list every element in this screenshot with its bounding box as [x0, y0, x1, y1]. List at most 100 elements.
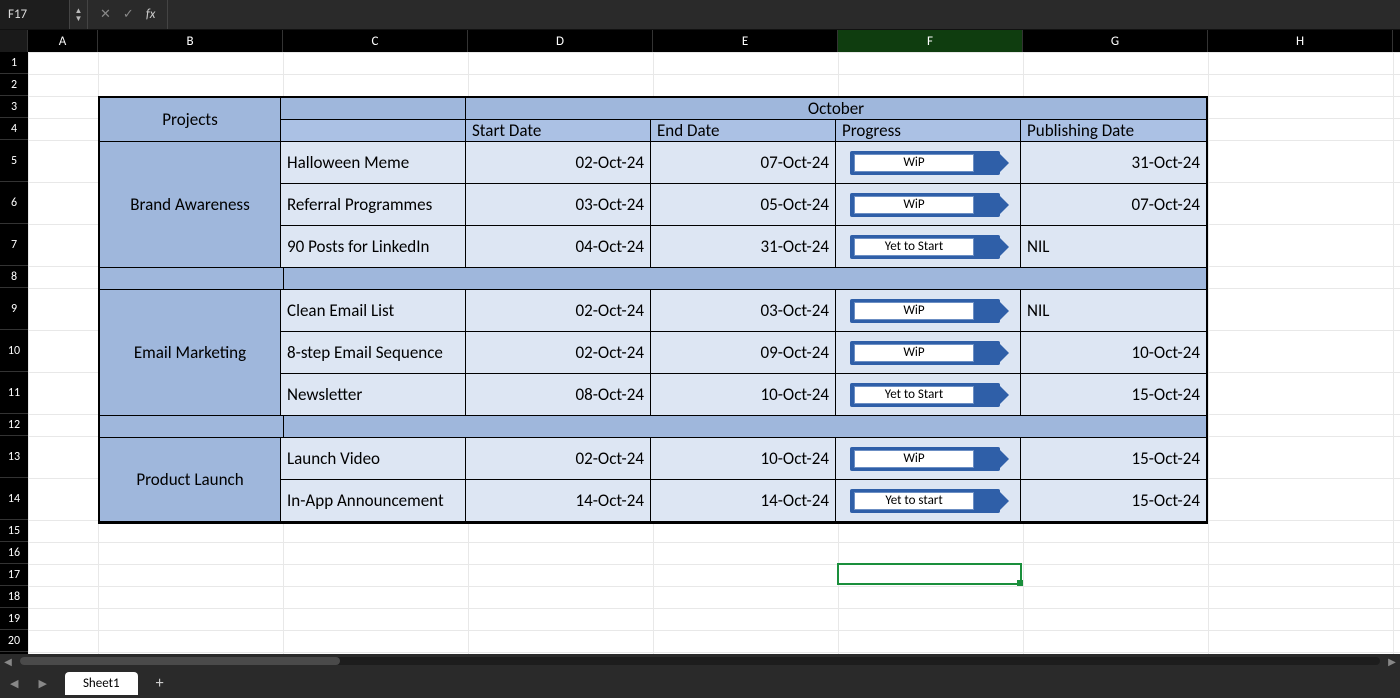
- row-header-2[interactable]: 2: [0, 74, 28, 96]
- cancel-icon[interactable]: ✕: [100, 7, 111, 22]
- spreadsheet-grid[interactable]: ABCDEFGH 1234567891011121314151617181920…: [0, 30, 1400, 668]
- progress-chip[interactable]: WiP: [850, 193, 1000, 217]
- progress-chip[interactable]: WiP: [850, 447, 1000, 471]
- row-header-9[interactable]: 9: [0, 288, 28, 330]
- select-all-corner[interactable]: [0, 30, 28, 52]
- scroll-left-icon[interactable]: ◀: [0, 655, 16, 668]
- row-header-3[interactable]: 3: [0, 96, 28, 118]
- row-header-18[interactable]: 18: [0, 586, 28, 608]
- column-header-C[interactable]: C: [283, 30, 468, 52]
- row-header-8[interactable]: 8: [0, 266, 28, 288]
- plus-icon: +: [156, 674, 164, 693]
- row-header-6[interactable]: 6: [0, 182, 28, 224]
- progress-cell: WiP: [836, 184, 1021, 226]
- column-header-E[interactable]: E: [653, 30, 838, 52]
- horizontal-scrollbar[interactable]: ◀ ▶: [0, 654, 1400, 668]
- gridline: [28, 52, 29, 668]
- formula-input[interactable]: [168, 0, 1400, 29]
- row-header-14[interactable]: 14: [0, 478, 28, 520]
- end-date-cell-text: 14-Oct-24: [761, 490, 830, 511]
- sheet-tab-active[interactable]: Sheet1: [65, 672, 138, 695]
- formula-controls: ✕ ✓ fx: [88, 0, 168, 29]
- end-date-cell: 05-Oct-24: [651, 184, 836, 226]
- progress-chip[interactable]: WiP: [850, 151, 1000, 175]
- row-header-7[interactable]: 7: [0, 224, 28, 266]
- column-header-F[interactable]: F: [838, 30, 1023, 52]
- row-header-16[interactable]: 16: [0, 542, 28, 564]
- gridline: [28, 564, 1400, 565]
- end-date-cell: 14-Oct-24: [651, 480, 836, 522]
- task-cell-text: Halloween Meme: [287, 152, 409, 173]
- tab-nav-prev-icon[interactable]: ◀: [0, 677, 28, 690]
- publish-date-cell: NIL: [1021, 226, 1206, 268]
- progress-chip[interactable]: Yet to Start: [850, 235, 1000, 259]
- publish-date-cell-text: 07-Oct-24: [1132, 194, 1201, 215]
- header-month-text: October: [808, 98, 864, 119]
- header-start-date: Start Date: [466, 120, 651, 142]
- progress-cell: WiP: [836, 332, 1021, 374]
- row-header-15[interactable]: 15: [0, 520, 28, 542]
- name-box-stepper[interactable]: ▲ ▼: [70, 0, 88, 29]
- header-start-date-text: Start Date: [472, 120, 541, 141]
- row-header-11[interactable]: 11: [0, 372, 28, 414]
- header-end-date-text: End Date: [657, 120, 719, 141]
- end-date-cell: 31-Oct-24: [651, 226, 836, 268]
- spacer: [100, 268, 284, 290]
- task-cell-text: Launch Video: [287, 448, 380, 469]
- progress-chip[interactable]: WiP: [850, 341, 1000, 365]
- gridline: [1393, 52, 1394, 668]
- publish-date-cell: 15-Oct-24: [1021, 480, 1206, 522]
- progress-label: Yet to Start: [854, 238, 974, 256]
- add-sheet-button[interactable]: +: [148, 671, 172, 695]
- scroll-right-icon[interactable]: ▶: [1384, 655, 1400, 668]
- row-header-20[interactable]: 20: [0, 630, 28, 652]
- gridline: [28, 652, 1400, 653]
- progress-chip[interactable]: WiP: [850, 299, 1000, 323]
- end-date-cell: 10-Oct-24: [651, 374, 836, 416]
- column-header-B[interactable]: B: [98, 30, 283, 52]
- progress-chip[interactable]: Yet to Start: [850, 383, 1000, 407]
- progress-label: Yet to Start: [854, 386, 974, 404]
- tab-nav-next-icon[interactable]: ▶: [28, 677, 56, 690]
- content-table: Projects October Start Date End Date Progres…: [98, 96, 1208, 524]
- row-header-10[interactable]: 10: [0, 330, 28, 372]
- publish-date-cell: 07-Oct-24: [1021, 184, 1206, 226]
- sheet-tab-label: Sheet1: [83, 676, 120, 691]
- row-header-12[interactable]: 12: [0, 414, 28, 436]
- row-header-17[interactable]: 17: [0, 564, 28, 586]
- row-header-1[interactable]: 1: [0, 52, 28, 74]
- cells-layer[interactable]: Projects October Start Date End Date Progres…: [28, 52, 1400, 668]
- row-header-13[interactable]: 13: [0, 436, 28, 478]
- row-header-5[interactable]: 5: [0, 140, 28, 182]
- task-cell: Launch Video: [281, 438, 466, 480]
- task-cell: Newsletter: [281, 374, 466, 416]
- publish-date-cell: 15-Oct-24: [1021, 438, 1206, 480]
- header-publishing-date-text: Publishing Date: [1027, 120, 1134, 141]
- group-0-name: Brand Awareness: [100, 142, 281, 268]
- group-1-name-text: Email Marketing: [134, 342, 246, 363]
- scroll-track[interactable]: [20, 657, 1380, 665]
- column-header-D[interactable]: D: [468, 30, 653, 52]
- header-progress-text: Progress: [842, 120, 901, 141]
- gridline: [28, 74, 1400, 75]
- header-blank: [281, 98, 466, 120]
- name-box[interactable]: F17: [0, 0, 70, 29]
- row-headers: 1234567891011121314151617181920: [0, 52, 28, 668]
- row-header-19[interactable]: 19: [0, 608, 28, 630]
- column-header-G[interactable]: G: [1023, 30, 1208, 52]
- end-date-cell-text: 10-Oct-24: [761, 448, 830, 469]
- scroll-thumb[interactable]: [20, 657, 340, 665]
- progress-chip[interactable]: Yet to start: [850, 489, 1000, 513]
- end-date-cell-text: 03-Oct-24: [761, 300, 830, 321]
- start-date-cell: 02-Oct-24: [466, 438, 651, 480]
- fx-icon[interactable]: fx: [146, 7, 156, 22]
- confirm-icon[interactable]: ✓: [123, 7, 134, 22]
- column-header-H[interactable]: H: [1208, 30, 1393, 52]
- header-projects-text: Projects: [162, 109, 217, 130]
- publish-date-cell-text: NIL: [1027, 236, 1049, 257]
- column-header-A[interactable]: A: [28, 30, 98, 52]
- task-cell-text: Referral Programmes: [287, 194, 432, 215]
- publish-date-cell: 31-Oct-24: [1021, 142, 1206, 184]
- row-header-4[interactable]: 4: [0, 118, 28, 140]
- progress-label: WiP: [854, 154, 974, 172]
